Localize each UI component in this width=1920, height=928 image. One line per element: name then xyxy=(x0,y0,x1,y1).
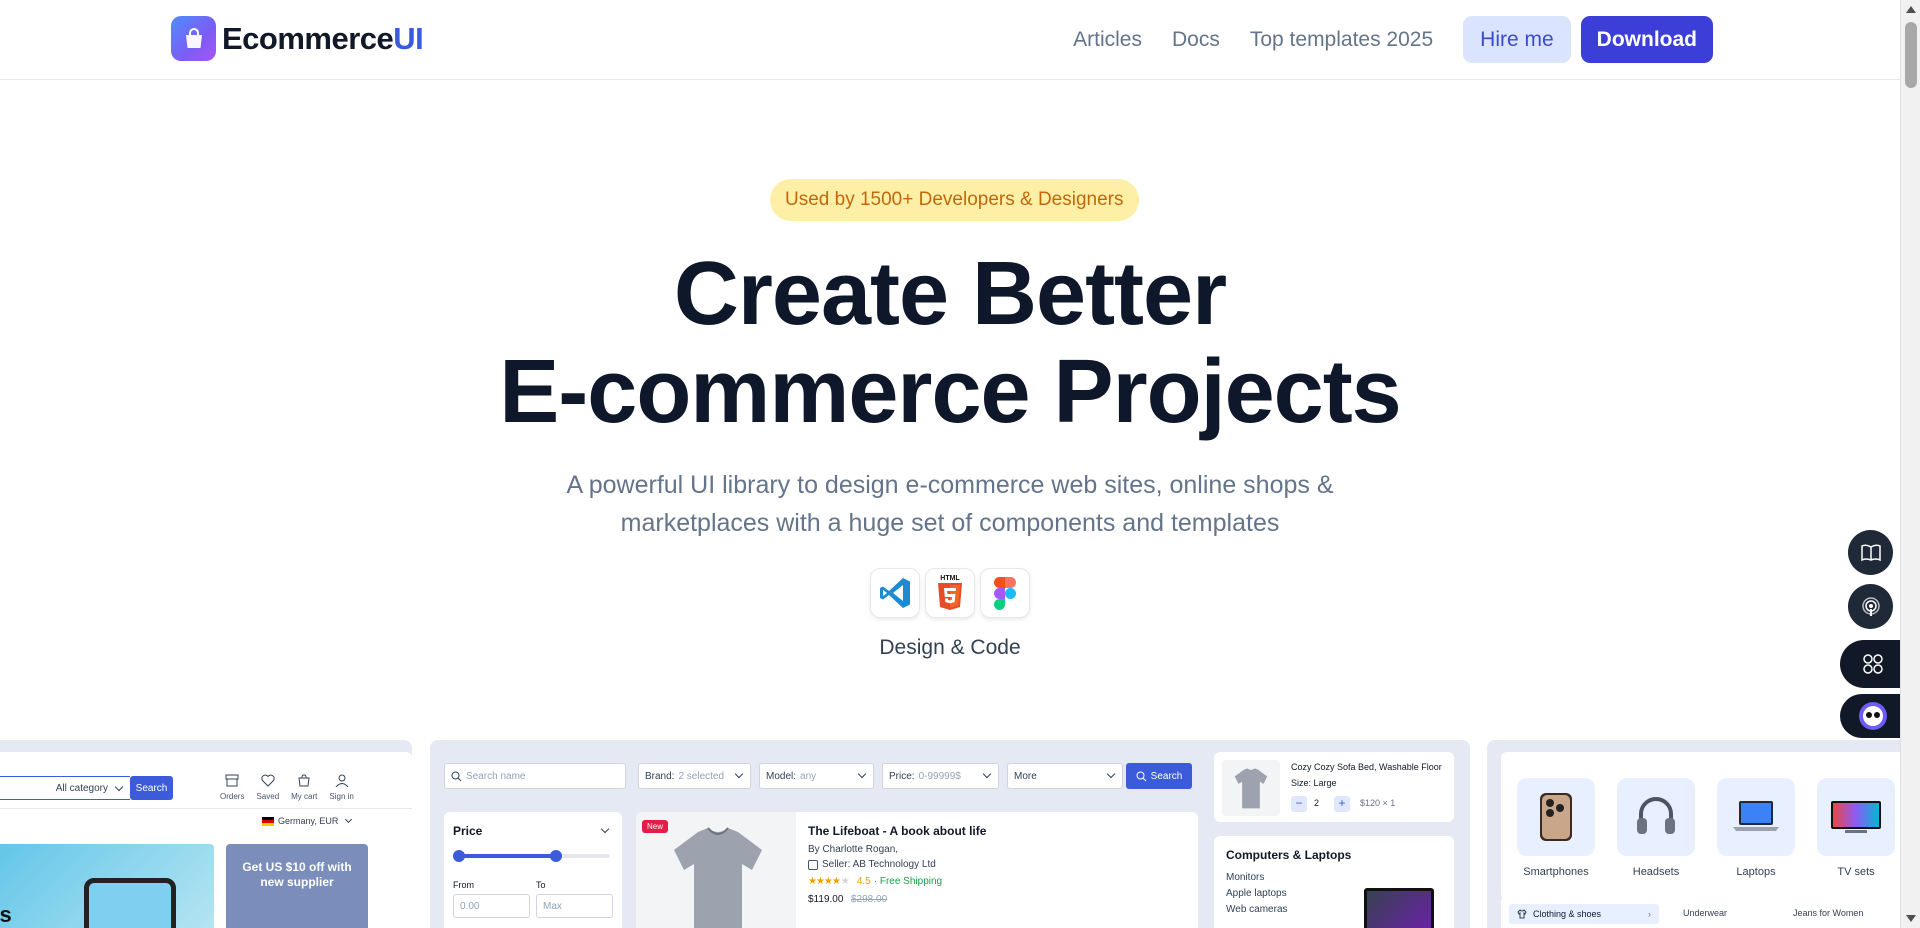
brand-logo[interactable]: EcommerceUI xyxy=(171,16,424,61)
preview-card-categories[interactable]: Smartphones Headsets Laptops TV sets Clo… xyxy=(1487,740,1907,928)
shirt-icon xyxy=(1517,909,1527,919)
tools-caption: Design & Code xyxy=(879,636,1021,659)
category-tv-sets[interactable] xyxy=(1817,778,1895,856)
product-title[interactable]: The Lifeboat - A book about life xyxy=(808,824,986,838)
price-to-input[interactable]: Max xyxy=(536,894,613,918)
figma-icon xyxy=(980,568,1030,618)
qty-decrease-button[interactable]: − xyxy=(1291,796,1307,812)
usage-badge: Used by 1500+ Developers & Designers xyxy=(770,179,1139,221)
filter-search-input[interactable]: Search name xyxy=(444,763,626,789)
page: EcommerceUI Articles Docs Top templates … xyxy=(0,0,1920,928)
region-select[interactable]: Germany, EUR xyxy=(262,815,353,826)
hero-subtitle: A powerful UI library to design e-commer… xyxy=(566,471,1334,537)
tool-icons: HTML xyxy=(870,568,1030,618)
price-filter-panel: Price From To 0.00 Max xyxy=(444,812,622,928)
shopping-bag-icon xyxy=(171,16,216,61)
range-min-handle[interactable] xyxy=(453,850,465,862)
nav-link-articles[interactable]: Articles xyxy=(1073,28,1142,52)
germany-flag-icon xyxy=(262,816,274,826)
star-rating-icon: ★★★★ xyxy=(808,876,841,887)
category-headsets[interactable] xyxy=(1617,778,1695,856)
template-previews: All category Search Orders Saved My cart xyxy=(0,740,1907,928)
hero-title: Create Better E-commerce Projects xyxy=(499,244,1401,442)
top-navbar: EcommerceUI Articles Docs Top templates … xyxy=(0,0,1900,80)
header-actions: Orders Saved My cart Sign in xyxy=(220,774,354,801)
html5-icon: HTML xyxy=(925,568,975,618)
price-range-fill xyxy=(458,854,556,858)
scroll-down-arrow-icon[interactable] xyxy=(1906,915,1916,922)
apps-grid-icon[interactable] xyxy=(1840,640,1900,688)
cart-item-image xyxy=(1222,760,1280,816)
category-laptops[interactable] xyxy=(1717,778,1795,856)
vscode-icon xyxy=(870,568,920,618)
price-from-input[interactable]: 0.00 xyxy=(453,894,530,918)
search-icon xyxy=(451,771,462,781)
laptop-image xyxy=(1364,888,1434,928)
preview-search-button[interactable]: Search xyxy=(130,776,173,800)
podcast-icon[interactable] xyxy=(1848,584,1893,629)
promo-banner[interactable]: Get US $10 off with new supplier xyxy=(226,844,368,928)
group-link-monitors[interactable]: Monitors xyxy=(1226,872,1264,883)
price-filter[interactable]: Price: 0-99999$ xyxy=(882,763,999,789)
cart-item[interactable]: Cozy Cozy Sofa Bed, Washable Floor Size:… xyxy=(1214,752,1454,822)
hire-me-button[interactable]: Hire me xyxy=(1463,16,1571,63)
brand-name: EcommerceUI xyxy=(222,20,424,56)
nav-link-docs[interactable]: Docs xyxy=(1172,28,1220,52)
svg-text:HTML: HTML xyxy=(940,575,960,582)
download-button[interactable]: Download xyxy=(1580,16,1713,63)
group-link-web-cameras[interactable]: Web cameras xyxy=(1226,904,1288,915)
preview-card-marketplace[interactable]: All category Search Orders Saved My cart xyxy=(0,740,412,928)
sign-in-action[interactable]: Sign in xyxy=(329,774,354,801)
scroll-up-arrow-icon[interactable] xyxy=(1906,6,1916,13)
menu-item-clothing[interactable]: Clothing & shoes › xyxy=(1509,904,1659,924)
category-smartphones[interactable] xyxy=(1517,778,1595,856)
brand-filter[interactable]: Brand: 2 selected xyxy=(638,763,751,789)
listing-search-button[interactable]: Search xyxy=(1126,763,1192,789)
main-nav: Articles Docs Top templates 2025 Hire me… xyxy=(1073,16,1713,63)
saved-action[interactable]: Saved xyxy=(256,774,279,801)
menu-item-jeans[interactable]: Jeans for Women xyxy=(1793,908,1863,918)
menu-item-underwear[interactable]: Underwear xyxy=(1683,908,1727,918)
category-select[interactable]: All category xyxy=(0,776,130,800)
page-scrollbar[interactable] xyxy=(1900,0,1920,928)
new-badge: New xyxy=(642,820,669,833)
range-max-handle[interactable] xyxy=(550,850,562,862)
more-filter[interactable]: More xyxy=(1007,763,1123,789)
store-icon xyxy=(808,859,818,870)
category-group[interactable]: Computers & Laptops Monitors Apple lapto… xyxy=(1214,836,1454,928)
group-link-apple-laptops[interactable]: Apple laptops xyxy=(1226,888,1287,899)
assistant-avatar-icon[interactable] xyxy=(1840,694,1900,738)
qty-increase-button[interactable]: + xyxy=(1334,796,1350,812)
orders-action[interactable]: Orders xyxy=(220,774,244,801)
model-filter[interactable]: Model: any xyxy=(759,763,874,789)
cart-action[interactable]: My cart xyxy=(291,774,317,801)
book-icon[interactable] xyxy=(1848,530,1893,575)
scroll-thumb[interactable] xyxy=(1905,22,1917,88)
nav-link-top-templates[interactable]: Top templates 2025 xyxy=(1250,28,1433,52)
rating-row: ★★★★ ★ 4.5 · Free Shipping xyxy=(808,876,943,887)
product-row[interactable]: New The Lifeboat - A book about life By … xyxy=(636,812,1198,928)
preview-card-listing[interactable]: Search name Brand: 2 selected Model: any P… xyxy=(430,740,1470,928)
hero-banner[interactable]: ms xyxy=(0,844,214,928)
